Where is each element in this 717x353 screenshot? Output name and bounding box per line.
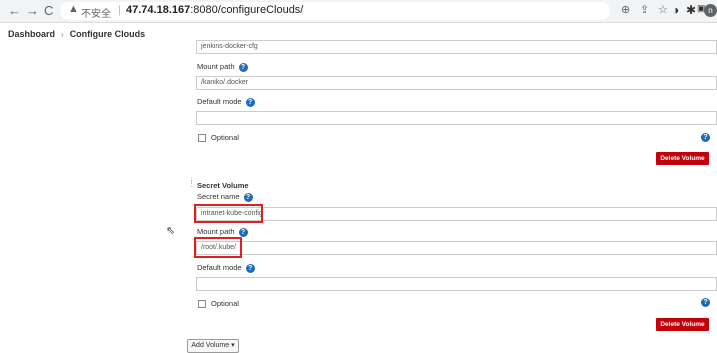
default-mode-input-1[interactable] [196, 111, 717, 125]
secret-volume-header: Secret Volume [197, 181, 249, 190]
optional-checkbox-1[interactable]: Optional [198, 133, 239, 143]
mouse-cursor-icon: ⇖ [166, 225, 176, 237]
address-separator: | [118, 4, 121, 16]
url-path: :8080/configureClouds/ [190, 4, 304, 16]
default-mode-label-text-2: Default mode [197, 263, 242, 272]
zoom-icon[interactable]: ⊕ [621, 3, 630, 16]
star-icon[interactable]: ☆ [658, 3, 668, 16]
default-mode-label-2: Default mode? [197, 263, 255, 273]
breadcrumb: Dashboard › Configure Clouds [8, 29, 145, 39]
checkbox-icon[interactable] [198, 300, 206, 309]
highlight-box [194, 237, 242, 258]
secret-name-input-1[interactable]: jenkins-docker-cfg [196, 40, 717, 54]
mount-path-input-2[interactable]: /root/.kube/ [196, 241, 717, 255]
mount-path-label-2: Mount path? [197, 227, 248, 237]
optional-checkbox-2[interactable]: Optional [198, 299, 239, 309]
security-label[interactable]: 不安全 [81, 5, 111, 20]
breadcrumb-configure-clouds[interactable]: Configure Clouds [70, 29, 146, 39]
puzzle-icon[interactable]: ✱ [686, 3, 696, 17]
optional-label-2: Optional [211, 299, 239, 308]
breadcrumb-dashboard[interactable]: Dashboard [8, 29, 55, 39]
reload-icon[interactable]: C [44, 3, 53, 19]
secret-name-label-text: Secret name [197, 192, 240, 201]
arrow-left-icon[interactable]: ← [8, 3, 21, 19]
url-text[interactable]: 47.74.18.167:8080/configureClouds/ [126, 4, 303, 16]
checkbox-icon[interactable] [198, 134, 206, 143]
browser-toolbar: ← → C ▲ 不安全 | 47.74.18.167:8080/configur… [0, 0, 717, 23]
help-icon[interactable]: ? [245, 97, 255, 107]
url-host: 47.74.18.167 [126, 4, 191, 16]
optional-label-1: Optional [211, 133, 239, 142]
avatar[interactable]: n [704, 4, 717, 17]
help-icon[interactable]: ? [238, 227, 248, 237]
help-icon[interactable]: ? [701, 298, 710, 307]
mount-path-label-1: Mount path? [197, 62, 248, 72]
drag-handle-icon[interactable]: ⋮ ⋮ [188, 178, 195, 190]
warning-icon[interactable]: ▲ [68, 3, 79, 15]
mount-path-label-text-2: Mount path [197, 227, 235, 236]
chevron-right-icon: › [61, 30, 64, 39]
delete-volume-button-2[interactable]: Delete Volume [656, 318, 709, 331]
arrow-right-icon[interactable]: → [26, 3, 39, 19]
help-icon[interactable]: ? [701, 133, 710, 142]
help-icon[interactable]: ? [243, 192, 253, 202]
extension-icon[interactable]: ◑ [672, 3, 679, 17]
add-volume-button[interactable]: Add Volume ▾ [187, 339, 239, 353]
default-mode-label-1: Default mode? [197, 97, 255, 107]
help-icon[interactable]: ? [245, 263, 255, 273]
share-icon[interactable]: ⇪ [640, 3, 649, 16]
mount-path-input-1[interactable]: /kaniko/.docker [196, 76, 717, 90]
secret-name-label: Secret name? [197, 192, 253, 202]
default-mode-label-text-1: Default mode [197, 97, 242, 106]
address-bar[interactable]: ▲ 不安全 | 47.74.18.167:8080/configureCloud… [60, 2, 610, 20]
highlight-box [194, 204, 263, 223]
secret-name-input[interactable]: intranet-kube-config [196, 207, 717, 221]
mount-path-label-text-1: Mount path [197, 62, 235, 71]
delete-volume-button-1[interactable]: Delete Volume [656, 152, 709, 165]
help-icon[interactable]: ? [238, 62, 248, 72]
default-mode-input-2[interactable] [196, 277, 717, 291]
